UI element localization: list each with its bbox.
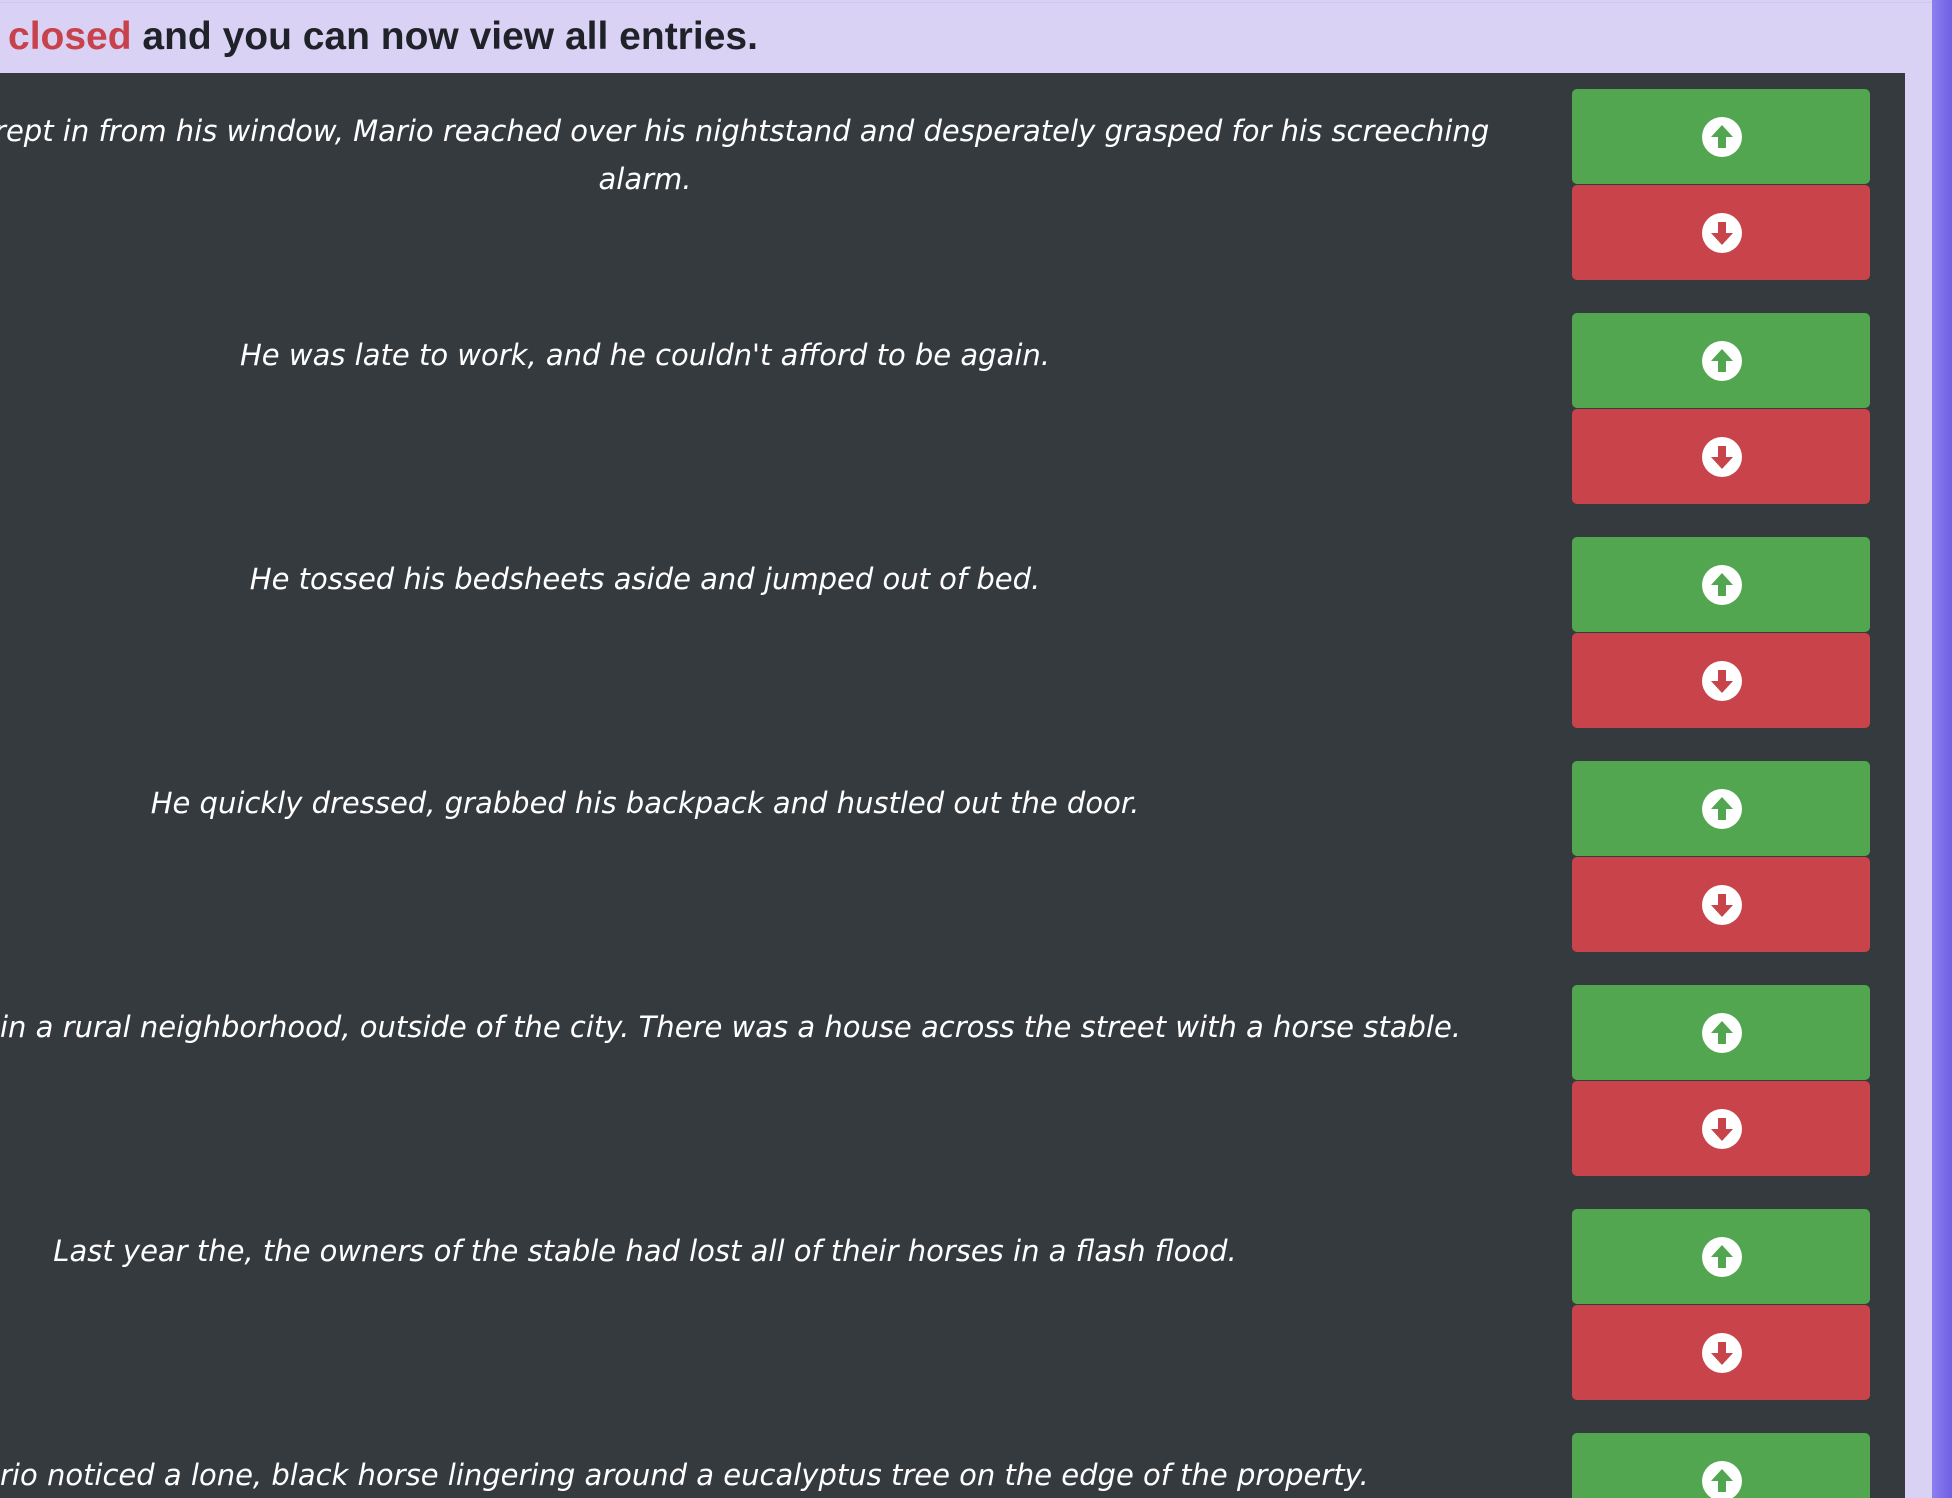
upvote-button[interactable] <box>1572 761 1870 856</box>
arrow-circle-up-icon <box>1702 341 1742 381</box>
page-edge <box>1932 0 1952 1498</box>
arrow-circle-down-icon <box>1702 437 1742 477</box>
upvote-button[interactable] <box>1572 313 1870 408</box>
upvote-button[interactable] <box>1572 985 1870 1080</box>
downvote-button[interactable] <box>1572 409 1870 504</box>
arrow-circle-down-icon <box>1702 885 1742 925</box>
entry-text: Last year the, the owners of the stable … <box>53 1234 1237 1268</box>
downvote-button[interactable] <box>1572 185 1870 280</box>
downvote-button[interactable] <box>1572 1305 1870 1400</box>
arrow-circle-down-icon <box>1702 213 1742 253</box>
arrow-circle-down-icon <box>1702 1333 1742 1373</box>
arrow-circle-up-icon <box>1702 1237 1742 1277</box>
entry-text: He tossed his bedsheets aside and jumped… <box>249 562 1041 596</box>
upvote-button[interactable] <box>1572 1209 1870 1304</box>
upvote-button[interactable] <box>1572 537 1870 632</box>
status-message-rest: and you can now view all entries. <box>131 15 758 58</box>
upvote-button[interactable] <box>1572 89 1870 184</box>
arrow-circle-up-icon <box>1702 1461 1742 1498</box>
entries-list: morning air crept in from his window, Ma… <box>0 73 1905 1498</box>
arrow-circle-down-icon <box>1702 1109 1742 1149</box>
arrow-circle-down-icon <box>1702 661 1742 701</box>
arrow-circle-up-icon <box>1702 1013 1742 1053</box>
entry-text: in a rural neighborhood, outside of the … <box>0 1010 1462 1044</box>
entry-text: rio noticed a lone, black horse lingerin… <box>0 1458 1369 1492</box>
upvote-button[interactable] <box>1572 1433 1870 1498</box>
status-message: closed and you can now view all entries. <box>8 11 758 63</box>
downvote-button[interactable] <box>1572 857 1870 952</box>
entry-text: morning air crept in from his window, Ma… <box>0 114 1490 196</box>
downvote-button[interactable] <box>1572 1081 1870 1176</box>
entry-text: He quickly dressed, grabbed his backpack… <box>150 786 1140 820</box>
status-highlight: closed <box>8 15 132 58</box>
entry-text: He was late to work, and he couldn't aff… <box>240 338 1050 372</box>
arrow-circle-up-icon <box>1702 789 1742 829</box>
arrow-circle-up-icon <box>1702 117 1742 157</box>
downvote-button[interactable] <box>1572 633 1870 728</box>
arrow-circle-up-icon <box>1702 565 1742 605</box>
status-banner: closed and you can now view all entries. <box>0 2 1932 74</box>
